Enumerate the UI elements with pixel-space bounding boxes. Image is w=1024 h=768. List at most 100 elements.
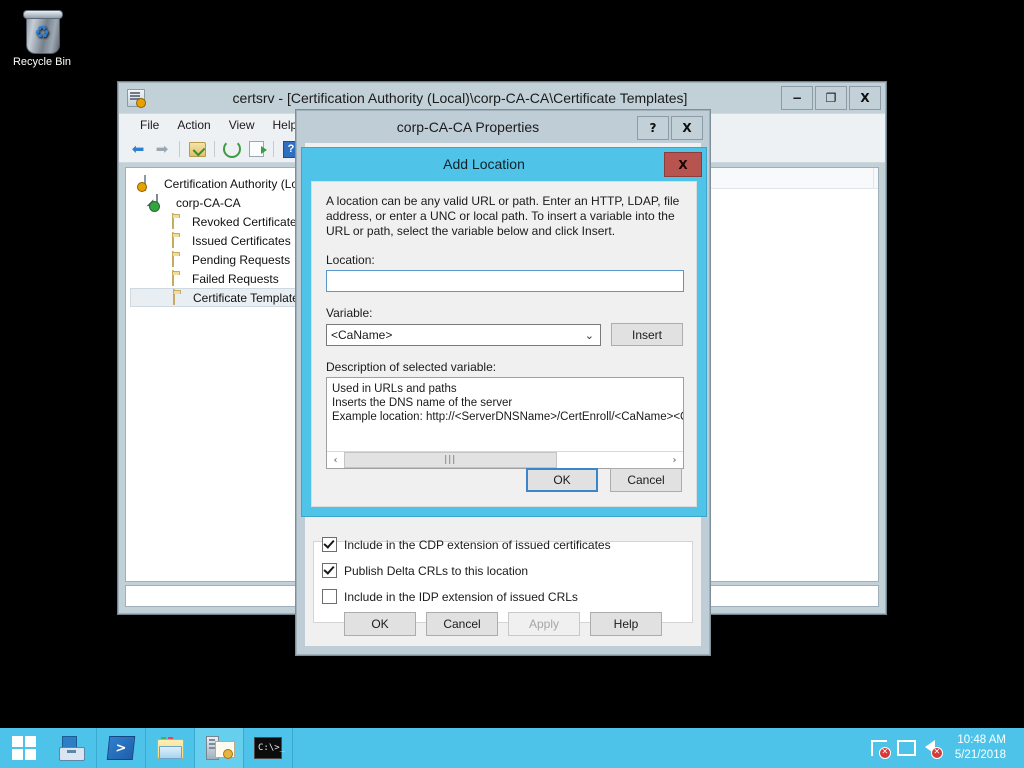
- scroll-left-icon[interactable]: ‹: [327, 452, 344, 468]
- insert-button[interactable]: Insert: [611, 323, 683, 346]
- add-location-dialog-title: Add Location: [443, 156, 565, 172]
- variable-dropdown[interactable]: <CaName> ⌄: [326, 324, 601, 346]
- mmc-window-buttons: − ❐ X: [779, 86, 881, 110]
- location-label: Location:: [312, 253, 696, 270]
- variable-row: <CaName> ⌄ Insert: [326, 323, 696, 346]
- properties-button-row: OK Cancel Apply Help: [305, 612, 701, 636]
- volume-muted-icon[interactable]: ✕: [923, 740, 940, 757]
- minimize-button[interactable]: −: [781, 86, 813, 110]
- checkbox-row-cdp-extension[interactable]: Include in the CDP extension of issued c…: [314, 533, 692, 556]
- tree-item-certificate-templates[interactable]: Certificate Templates: [130, 288, 308, 307]
- help-button[interactable]: ?: [637, 116, 669, 140]
- taskbar-item-powershell[interactable]: >: [97, 728, 146, 768]
- action-center-flag-icon[interactable]: ✕: [871, 740, 888, 757]
- start-button[interactable]: [0, 728, 48, 768]
- toolbar-separator: [179, 141, 180, 157]
- properties-help-button[interactable]: Help: [590, 612, 662, 636]
- folder-icon: [173, 290, 189, 305]
- checkbox-label: Publish Delta CRLs to this location: [344, 564, 528, 578]
- add-location-titlebar[interactable]: Add Location X: [302, 148, 706, 180]
- add-location-body: A location can be any valid URL or path.…: [311, 181, 697, 507]
- add-location-dialog[interactable]: Add Location X A location can be any val…: [302, 148, 706, 516]
- properties-ok-button[interactable]: OK: [344, 612, 416, 636]
- tree-item-issued-certificates[interactable]: Issued Certificates: [130, 231, 308, 250]
- console-tree[interactable]: Certification Authority (Loc ◢ corp-CA-C…: [125, 167, 309, 582]
- back-arrow-icon[interactable]: ⬅: [127, 139, 149, 159]
- checkbox-publish-delta-crls[interactable]: [322, 563, 337, 578]
- folder-icon: [172, 252, 188, 267]
- taskbar-item-certification-authority[interactable]: [195, 728, 244, 768]
- crl-options-group: Include in the CDP extension of issued c…: [313, 541, 693, 623]
- scroll-right-icon[interactable]: ›: [666, 452, 683, 468]
- folder-icon: [172, 271, 188, 286]
- mmc-window-title: certsrv - [Certification Authority (Loca…: [145, 90, 885, 106]
- tree-item-label: Certification Authority (Loc: [164, 177, 304, 191]
- menu-item-file[interactable]: File: [131, 116, 168, 134]
- taskbar-item-server-manager[interactable]: [48, 728, 97, 768]
- tree-item-failed-requests[interactable]: Failed Requests: [130, 269, 308, 288]
- taskbar-item-command-prompt[interactable]: C:\>_: [244, 728, 293, 768]
- location-input[interactable]: [326, 270, 684, 292]
- command-prompt-icon: C:\>_: [254, 737, 282, 759]
- mmc-titlebar[interactable]: certsrv - [Certification Authority (Loca…: [119, 83, 885, 113]
- server-manager-icon: [59, 736, 85, 760]
- properties-cancel-button[interactable]: Cancel: [426, 612, 498, 636]
- forward-arrow-icon[interactable]: ➡: [151, 139, 173, 159]
- close-button[interactable]: X: [849, 86, 881, 110]
- screen: ♻ Recycle Bin certsrv - [Certification A…: [0, 0, 1024, 768]
- windows-logo-icon: [12, 736, 36, 760]
- network-icon[interactable]: [897, 740, 914, 757]
- add-location-ok-button[interactable]: OK: [526, 468, 598, 492]
- refresh-icon[interactable]: [221, 139, 243, 159]
- tree-item-corp-ca-ca[interactable]: ◢ corp-CA-CA: [130, 193, 308, 212]
- tree-item-label: Revoked Certificates: [192, 215, 303, 229]
- variable-description-text: Used in URLs and paths Inserts the DNS n…: [327, 378, 683, 428]
- certification-authority-icon: [144, 176, 160, 191]
- file-explorer-icon: [157, 737, 183, 759]
- clock-date: 5/21/2018: [955, 748, 1006, 763]
- maximize-button[interactable]: ❐: [815, 86, 847, 110]
- checkbox-row-idp-extension[interactable]: Include in the IDP extension of issued C…: [314, 585, 692, 608]
- checkbox-label: Include in the IDP extension of issued C…: [344, 590, 578, 604]
- clock-time: 10:48 AM: [955, 733, 1006, 748]
- variable-description-label: Description of selected variable:: [312, 360, 696, 377]
- tree-item-pending-requests[interactable]: Pending Requests: [130, 250, 308, 269]
- checkbox-label: Include in the CDP extension of issued c…: [344, 538, 611, 552]
- tree-item-revoked-certificates[interactable]: Revoked Certificates: [130, 212, 308, 231]
- add-location-cancel-button[interactable]: Cancel: [610, 468, 682, 492]
- taskbar: > C:\>_ ✕ ✕ 10:48 AM 5/21/2018: [0, 728, 1024, 768]
- chevron-down-icon[interactable]: ⌄: [585, 329, 594, 342]
- menu-item-view[interactable]: View: [220, 116, 264, 134]
- scrollbar-track[interactable]: |||: [344, 452, 666, 468]
- tree-item-label: Pending Requests: [192, 253, 290, 267]
- tree-item-certification-authority[interactable]: Certification Authority (Loc: [130, 174, 308, 193]
- ca-server-icon: [156, 195, 172, 210]
- close-icon[interactable]: X: [664, 152, 702, 177]
- close-button[interactable]: X: [671, 116, 703, 140]
- add-location-description: A location can be any valid URL or path.…: [312, 182, 696, 239]
- certificate-server-icon: [206, 736, 233, 760]
- horizontal-scrollbar[interactable]: ‹ ||| ›: [327, 451, 683, 468]
- variable-description-box: Used in URLs and paths Inserts the DNS n…: [326, 377, 684, 469]
- taskbar-item-file-explorer[interactable]: [146, 728, 195, 768]
- scrollbar-thumb[interactable]: |||: [344, 452, 557, 468]
- show-hide-tree-icon[interactable]: [186, 139, 208, 159]
- tree-item-label: Certificate Templates: [193, 291, 305, 305]
- properties-titlebar[interactable]: corp-CA-CA Properties ? X: [297, 111, 709, 143]
- export-list-icon[interactable]: [245, 139, 267, 159]
- properties-window-buttons: ? X: [635, 116, 703, 140]
- checkbox-idp-extension[interactable]: [322, 589, 337, 604]
- certification-authority-icon: [127, 89, 145, 107]
- folder-icon: [172, 233, 188, 248]
- checkbox-row-publish-delta-crls[interactable]: Publish Delta CRLs to this location: [314, 559, 692, 582]
- tree-item-label: Failed Requests: [192, 272, 279, 286]
- system-tray: ✕ ✕ 10:48 AM 5/21/2018: [871, 728, 1024, 768]
- tree-item-label: Issued Certificates: [192, 234, 291, 248]
- tree-item-label: corp-CA-CA: [176, 196, 241, 210]
- menu-item-action[interactable]: Action: [168, 116, 219, 134]
- taskbar-clock[interactable]: 10:48 AM 5/21/2018: [949, 733, 1016, 763]
- variable-label: Variable:: [312, 306, 696, 323]
- checkbox-cdp-extension[interactable]: [322, 537, 337, 552]
- desktop-icon-recycle-bin[interactable]: ♻ Recycle Bin: [2, 8, 82, 69]
- desktop-icon-label: Recycle Bin: [2, 56, 82, 69]
